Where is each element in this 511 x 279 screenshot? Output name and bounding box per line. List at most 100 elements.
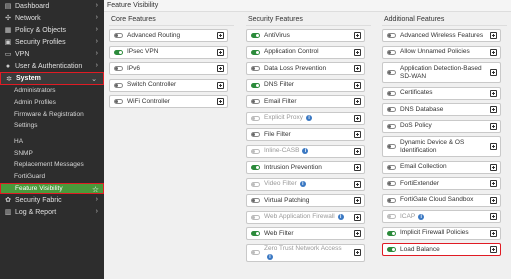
expand-plus-icon[interactable] xyxy=(354,230,361,237)
expand-plus-icon[interactable] xyxy=(490,69,497,76)
info-icon[interactable]: i xyxy=(299,181,306,187)
feature-toggle[interactable] xyxy=(387,33,396,38)
expand-plus-icon[interactable] xyxy=(217,48,224,56)
feature-toggle[interactable] xyxy=(251,132,260,137)
policy-icon: ▦ xyxy=(4,27,12,34)
expand-plus-icon[interactable] xyxy=(354,147,361,155)
feature-label: Implicit Firewall Policies xyxy=(400,229,469,236)
feature-card-email-filter: Email Filter xyxy=(246,95,365,108)
feature-toggle[interactable] xyxy=(387,230,396,236)
expand-plus-icon[interactable] xyxy=(490,196,497,204)
feature-card-intrusion-prevention: Intrusion Prevention xyxy=(246,161,365,174)
info-icon[interactable]: i xyxy=(267,253,273,260)
feature-toggle[interactable] xyxy=(387,181,396,186)
expand-plus-icon[interactable] xyxy=(217,32,224,39)
feature-toggle[interactable] xyxy=(387,197,396,203)
feature-toggle[interactable] xyxy=(387,49,396,55)
info-icon[interactable]: i xyxy=(306,115,313,121)
sidebar-subitem-feature-visibility[interactable]: Feature Visibility ☆ xyxy=(0,182,104,195)
feature-card-explicit-proxy: Explicit Proxy i xyxy=(246,111,365,125)
feature-toggle[interactable] xyxy=(114,99,123,104)
expand-plus-icon[interactable] xyxy=(354,48,361,56)
expand-plus-icon[interactable] xyxy=(490,106,497,113)
sidebar-subitem-ha[interactable]: HA xyxy=(0,136,104,148)
feature-toggle[interactable] xyxy=(251,99,260,104)
info-icon[interactable]: i xyxy=(302,148,309,154)
sidebar-subitem-firmware-registration[interactable]: Firmware & Registration xyxy=(0,108,104,120)
feature-column-core-features: Core Features Advanced Routing IPsec VPN IP… xyxy=(109,14,234,112)
feature-card-dos-policy: DoS Policy xyxy=(382,119,501,133)
expand-plus-icon[interactable] xyxy=(354,98,361,105)
sidebar-item-policy-objects[interactable]: ▦ Policy & Objects › xyxy=(0,24,104,36)
feature-label: Application Detection-Based SD-WAN xyxy=(400,64,482,80)
sidebar-item-user-authentication[interactable]: ● User & Authentication › xyxy=(0,60,104,72)
expand-plus-icon[interactable] xyxy=(490,229,497,237)
sidebar-item-network[interactable]: ✣ Network › xyxy=(0,12,104,24)
feature-toggle[interactable] xyxy=(251,66,260,71)
sidebar-item-label: Security Profiles xyxy=(15,38,66,46)
page-title: Feature Visibility xyxy=(104,0,511,12)
expand-plus-icon[interactable] xyxy=(354,114,361,122)
feature-toggle[interactable] xyxy=(114,66,123,71)
feature-card-switch-controller: Switch Controller xyxy=(109,78,228,92)
expand-plus-icon[interactable] xyxy=(490,180,497,187)
feature-toggle[interactable] xyxy=(387,164,396,170)
feature-toggle[interactable] xyxy=(251,231,260,236)
feature-toggle[interactable] xyxy=(251,49,260,55)
expand-plus-icon[interactable] xyxy=(354,65,361,72)
star-icon[interactable]: ☆ xyxy=(92,185,99,194)
expand-plus-icon[interactable] xyxy=(490,213,497,220)
sidebar-subitem-replacement-messages[interactable]: Replacement Messages xyxy=(0,159,104,171)
expand-plus-icon[interactable] xyxy=(490,32,497,39)
feature-label: AntiVirus xyxy=(264,31,290,39)
sidebar-subitem-fortiguard[interactable]: FortiGuard xyxy=(0,171,104,183)
expand-plus-icon[interactable] xyxy=(217,98,224,105)
expand-plus-icon[interactable] xyxy=(354,213,361,221)
sidebar-item-label: Network xyxy=(15,14,41,22)
feature-toggle[interactable] xyxy=(114,33,123,38)
feature-toggle[interactable] xyxy=(387,123,396,129)
expand-plus-icon[interactable] xyxy=(354,164,361,171)
feature-toggle[interactable] xyxy=(114,82,123,88)
expand-plus-icon[interactable] xyxy=(490,48,497,56)
expand-plus-icon[interactable] xyxy=(354,197,361,204)
sidebar-item-security-profiles[interactable]: ▣ Security Profiles › xyxy=(0,36,104,48)
feature-toggle[interactable] xyxy=(387,247,396,252)
expand-plus-icon[interactable] xyxy=(354,180,361,188)
feature-card-antivirus: AntiVirus xyxy=(246,29,365,42)
sidebar-item-system[interactable]: ✲ System ⌄ xyxy=(0,72,104,85)
feature-toggle[interactable] xyxy=(387,107,396,112)
sidebar-subitem-administrators[interactable]: Administrators xyxy=(0,85,104,97)
info-icon[interactable]: i xyxy=(337,214,344,220)
expand-plus-icon[interactable] xyxy=(490,163,497,171)
expand-plus-icon[interactable] xyxy=(490,122,497,130)
expand-plus-icon[interactable] xyxy=(354,81,361,89)
feature-label: Web Filter xyxy=(264,229,294,237)
sidebar-subitem-admin-profiles[interactable]: Admin Profiles xyxy=(0,97,104,109)
expand-plus-icon[interactable] xyxy=(490,246,497,253)
chevron-right-icon: › xyxy=(95,26,98,33)
sidebar-item-log-report[interactable]: ▥ Log & Report › xyxy=(0,206,104,218)
sidebar-item-security-fabric[interactable]: ✿ Security Fabric › xyxy=(0,194,104,206)
sidebar-item-label: System xyxy=(16,75,41,82)
feature-toggle[interactable] xyxy=(251,165,260,170)
sidebar-subitem-settings[interactable]: Settings xyxy=(0,120,104,132)
info-icon[interactable]: i xyxy=(418,213,425,220)
expand-plus-icon[interactable] xyxy=(354,131,361,138)
expand-plus-icon[interactable] xyxy=(490,143,497,150)
sidebar-subitem-snmp[interactable]: SNMP xyxy=(0,147,104,159)
expand-plus-icon[interactable] xyxy=(354,32,361,39)
feature-toggle[interactable] xyxy=(251,82,260,88)
expand-plus-icon[interactable] xyxy=(217,65,224,72)
expand-plus-icon[interactable] xyxy=(217,81,224,89)
feature-toggle[interactable] xyxy=(387,90,396,96)
feature-toggle[interactable] xyxy=(251,33,260,38)
expand-plus-icon[interactable] xyxy=(354,249,361,256)
feature-toggle[interactable] xyxy=(387,70,396,75)
feature-toggle[interactable] xyxy=(387,144,396,149)
feature-toggle[interactable] xyxy=(114,49,123,55)
feature-toggle[interactable] xyxy=(251,198,260,203)
expand-plus-icon[interactable] xyxy=(490,89,497,97)
sidebar-item-dashboard[interactable]: ▤ Dashboard › xyxy=(0,0,104,12)
sidebar-item-vpn[interactable]: ▭ VPN › xyxy=(0,48,104,60)
